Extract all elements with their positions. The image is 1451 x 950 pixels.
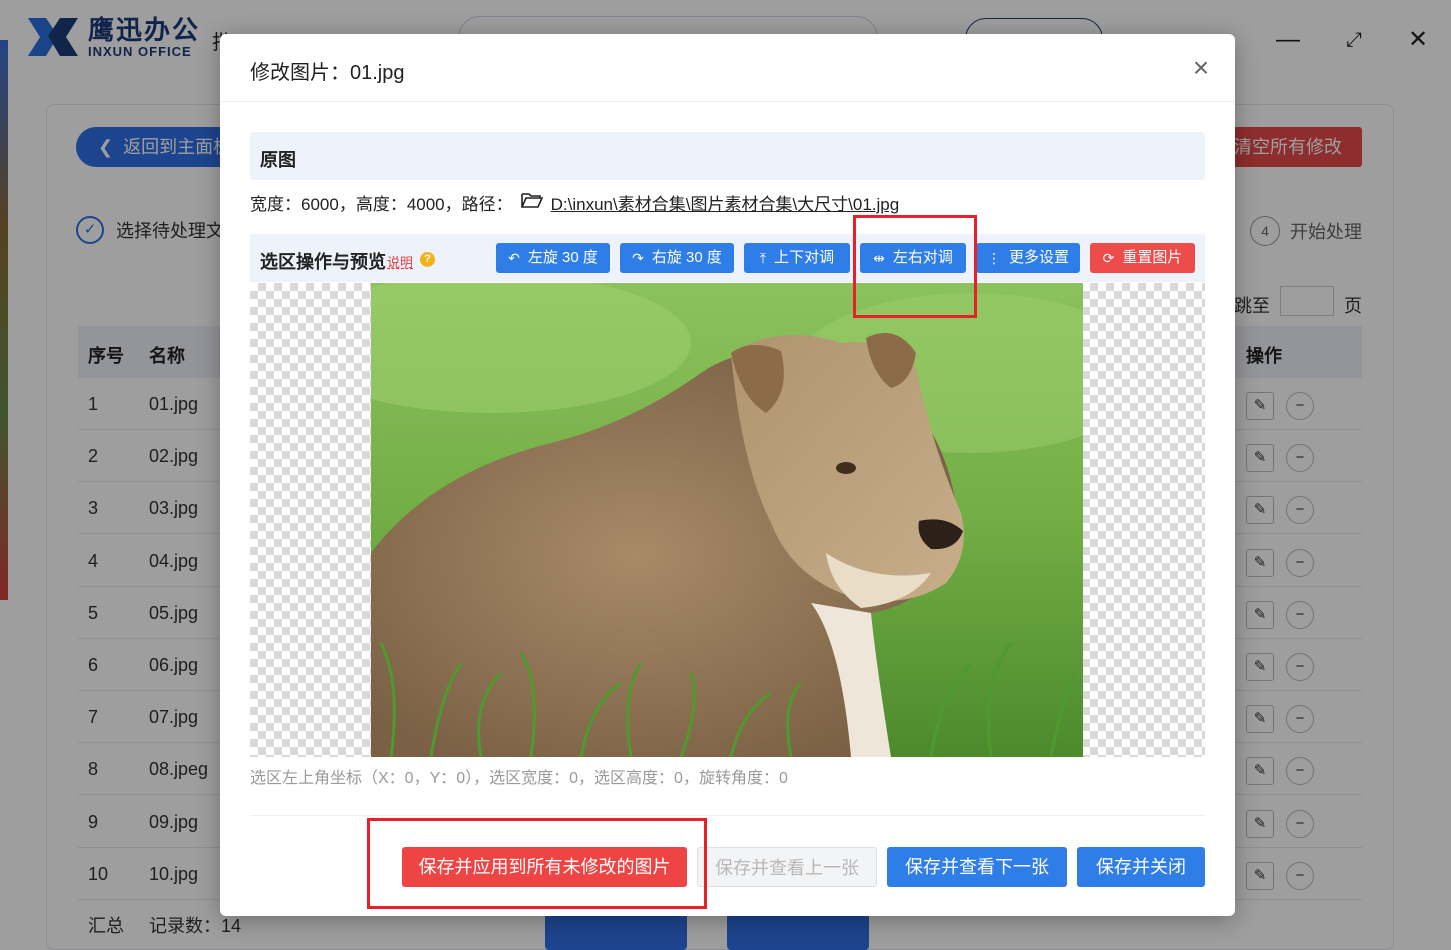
image-info: 宽度：6000，高度：4000，路径： D:\inxun\素材合集\图片素材合集… bbox=[250, 190, 899, 215]
original-section-header: 原图 bbox=[250, 132, 1205, 180]
more-vertical-icon: ⋮ bbox=[986, 250, 1001, 266]
reset-image-button[interactable]: ⟳ 重置图片 bbox=[1090, 243, 1195, 273]
rotate-right-button[interactable]: ↷ 右旋 30 度 bbox=[620, 243, 734, 273]
reset-image-label: 重置图片 bbox=[1122, 249, 1183, 266]
more-settings-label: 更多设置 bbox=[1008, 249, 1069, 266]
dialog-title: 修改图片：01.jpg bbox=[250, 62, 405, 84]
question-icon[interactable]: ? bbox=[420, 252, 435, 267]
help-link[interactable]: 说明 bbox=[387, 252, 413, 271]
save-prev-button[interactable]: 保存并查看上一张 bbox=[697, 847, 877, 887]
close-icon[interactable]: × bbox=[1188, 54, 1214, 82]
footer-divider bbox=[250, 815, 1205, 816]
rotate-right-label: 右旋 30 度 bbox=[651, 249, 722, 266]
rotate-left-icon: ↶ bbox=[508, 250, 520, 266]
dialog-divider bbox=[220, 101, 1235, 102]
folder-icon[interactable] bbox=[520, 192, 543, 213]
image-preview-canvas[interactable] bbox=[250, 283, 1205, 757]
flip-vertical-label: 上下对调 bbox=[774, 249, 835, 266]
flip-vertical-icon: ⤒ bbox=[759, 250, 767, 266]
image-dimensions: 宽度：6000，高度：4000，路径： bbox=[250, 195, 513, 214]
preview-photo[interactable] bbox=[371, 283, 1083, 757]
flip-vertical-button[interactable]: ⤒ 上下对调 bbox=[744, 243, 850, 273]
image-path-link[interactable]: D:\inxun\素材合集\图片素材合集\大尺寸\01.jpg bbox=[551, 190, 900, 215]
refresh-icon: ⟳ bbox=[1102, 250, 1115, 266]
save-next-button[interactable]: 保存并查看下一张 bbox=[887, 847, 1067, 887]
original-section-label: 原图 bbox=[260, 150, 296, 170]
rotate-left-button[interactable]: ↶ 左旋 30 度 bbox=[496, 243, 610, 273]
highlight-box-save-apply-all bbox=[367, 818, 707, 909]
rotate-right-icon: ↷ bbox=[632, 250, 644, 266]
save-close-button[interactable]: 保存并关闭 bbox=[1077, 847, 1205, 887]
selection-section-label: 选区操作与预览 bbox=[260, 252, 386, 272]
edit-image-dialog: 修改图片：01.jpg × 原图 宽度：6000，高度：4000，路径： D:\… bbox=[220, 34, 1235, 916]
selection-coordinates: 选区左上角坐标（X：0，Y：0），选区宽度：0，选区高度：0，旋转角度：0 bbox=[250, 770, 788, 787]
rotate-left-label: 左旋 30 度 bbox=[527, 249, 598, 266]
more-settings-button[interactable]: ⋮ 更多设置 bbox=[976, 243, 1080, 273]
highlight-box-flip-horizontal bbox=[853, 215, 977, 318]
